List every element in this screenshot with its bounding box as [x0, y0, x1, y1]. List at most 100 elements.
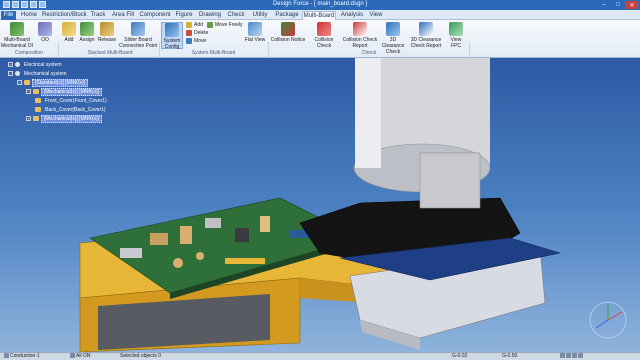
- oo-icon: [38, 22, 52, 36]
- tree-item-mechanical-2[interactable]: + [Mechanical(x)] [MNK(x)]: [26, 114, 103, 123]
- layer-icon: [4, 353, 9, 358]
- tab-home[interactable]: Home: [19, 11, 39, 20]
- collision-notice-button[interactable]: Collision Notice: [270, 22, 306, 43]
- multi-board-mechanical-oi-button[interactable]: Multi-Board Mechanical OI: [1, 22, 33, 49]
- component: [260, 216, 270, 232]
- minimize-icon[interactable]: –: [598, 1, 610, 9]
- part-icon: [35, 107, 41, 112]
- tree-item-front-cover[interactable]: Front_Cover(Front_Cover1): [35, 97, 109, 104]
- tree-item-back-cover[interactable]: Back_Cover(Back_Cover1): [35, 106, 108, 113]
- snap-icon[interactable]: [560, 353, 565, 358]
- slider-board-icon: [131, 22, 145, 36]
- collapse-icon[interactable]: −: [8, 71, 13, 76]
- group-label-stacked-multi-board: Stacked Multi-Board: [87, 50, 133, 56]
- add-icon: [186, 22, 192, 28]
- capacitor: [173, 258, 183, 268]
- tab-track[interactable]: Track: [89, 11, 107, 20]
- move-freely-button[interactable]: Move Freely: [207, 22, 243, 28]
- collapse-icon[interactable]: −: [26, 89, 31, 94]
- tab-component[interactable]: Component: [139, 11, 171, 20]
- tree-item-electrical-system[interactable]: + Electrical system: [8, 61, 64, 68]
- fpc-icon: [449, 22, 463, 36]
- layer-indicator[interactable]: Conduction-1: [4, 353, 40, 360]
- visibility-icon[interactable]: [15, 62, 20, 67]
- tab-package[interactable]: Package: [274, 11, 300, 20]
- component: [225, 258, 265, 264]
- move-freely-icon: [207, 22, 213, 28]
- title-bar: Design Force - [ main_board.dsgn ] – □ ✕: [0, 0, 640, 10]
- grid-icon[interactable]: [566, 353, 571, 358]
- slider-board-connection-point-button[interactable]: Slider Board Connection Point: [118, 22, 158, 49]
- collision-check-button[interactable]: Collision Check: [307, 22, 341, 49]
- tab-drawing[interactable]: Drawing: [197, 11, 223, 20]
- release-button[interactable]: Release: [97, 22, 117, 43]
- tree-item-standard[interactable]: − [Standard(x)] [MNK(x)]: [17, 78, 89, 87]
- tab-figure[interactable]: Figure: [174, 11, 194, 20]
- ortho-icon[interactable]: [572, 353, 577, 358]
- multi-board-icon: [10, 22, 24, 36]
- grid-value-1[interactable]: G-0.02: [452, 353, 467, 360]
- tab-view[interactable]: View: [368, 11, 384, 20]
- assign-button[interactable]: Assign: [78, 22, 96, 43]
- maximize-icon[interactable]: □: [612, 1, 624, 9]
- tree-item-mechanical[interactable]: − [Mechanical(x)] [MNK(x)]: [26, 87, 103, 96]
- view-fpc-button[interactable]: View FPC: [445, 22, 467, 49]
- status-bar: Conduction-1 All ON Selected objects 0 G…: [0, 352, 640, 360]
- collision-check-report-button[interactable]: Collision Check Report: [342, 22, 378, 49]
- visibility-icon[interactable]: [15, 71, 20, 76]
- tab-check[interactable]: Check: [226, 11, 246, 20]
- close-icon[interactable]: ✕: [626, 1, 638, 9]
- view-cube[interactable]: [589, 301, 627, 339]
- selected-objects-count: Selected objects 0: [120, 353, 161, 359]
- delete-icon: [186, 30, 192, 36]
- window-controls: – □ ✕: [598, 1, 638, 9]
- folder-icon: [33, 89, 39, 94]
- component: [120, 248, 142, 258]
- system-config-button[interactable]: System Config: [161, 22, 183, 50]
- expand-icon[interactable]: +: [8, 62, 13, 67]
- collision-report-icon: [353, 22, 367, 36]
- group-label-system-multi-board: System Multi-Board: [191, 50, 236, 56]
- component: [150, 233, 168, 245]
- tab-file[interactable]: File: [1, 11, 16, 20]
- move-icon: [186, 38, 192, 44]
- flat-view-button[interactable]: Flat View: [243, 22, 267, 43]
- assign-icon: [80, 22, 94, 36]
- group-label-check: Check: [361, 50, 377, 56]
- folder-icon: [24, 80, 30, 85]
- window-title: Design Force - [ main_board.dsgn ]: [272, 1, 368, 7]
- tree-item-mechanical-system[interactable]: − Mechanical system: [8, 70, 69, 77]
- clearance-check-icon: [386, 22, 400, 36]
- system-delete-button[interactable]: Delete: [186, 30, 208, 36]
- system-move-button[interactable]: Move: [186, 38, 206, 44]
- grid-value-2[interactable]: G-0.50: [502, 353, 517, 360]
- tab-utility[interactable]: Utility: [249, 11, 271, 20]
- tab-restriction-block[interactable]: Restriction/Block: [42, 11, 87, 20]
- component: [205, 218, 221, 228]
- add-board-button[interactable]: Add: [61, 22, 77, 43]
- oo-button[interactable]: OO: [34, 22, 56, 43]
- visibility-icon: [70, 353, 75, 358]
- folder-icon: [33, 116, 39, 121]
- part-icon: [35, 98, 41, 103]
- collision-notice-icon: [281, 22, 295, 36]
- ribbon-tab-bar: File Home Restriction/Block Track Area F…: [0, 10, 640, 20]
- capacitor: [196, 252, 204, 260]
- system-add-button[interactable]: Add: [186, 22, 203, 28]
- 3d-viewport[interactable]: + Electrical system − Mechanical system …: [0, 58, 640, 352]
- collapse-icon[interactable]: −: [17, 80, 22, 85]
- tab-analysis[interactable]: Analysis: [339, 11, 365, 20]
- component: [180, 226, 192, 244]
- clearance-report-icon: [419, 22, 433, 36]
- tab-multi-board[interactable]: Multi-Board: [302, 11, 336, 20]
- tab-area-fill[interactable]: Area Fill: [110, 11, 136, 20]
- add-icon: [62, 22, 76, 36]
- settings-icon[interactable]: [578, 353, 583, 358]
- cylinder-highlight: [355, 58, 381, 168]
- 3d-clearance-check-report-button[interactable]: 3D Clearance Check Report: [408, 22, 444, 49]
- ribbon: Multi-Board Mechanical OI OO Add Assign …: [0, 20, 640, 76]
- collision-check-icon: [317, 22, 331, 36]
- expand-icon[interactable]: +: [26, 116, 31, 121]
- all-on-indicator[interactable]: All ON: [70, 353, 90, 360]
- cylinder-collar: [419, 152, 481, 209]
